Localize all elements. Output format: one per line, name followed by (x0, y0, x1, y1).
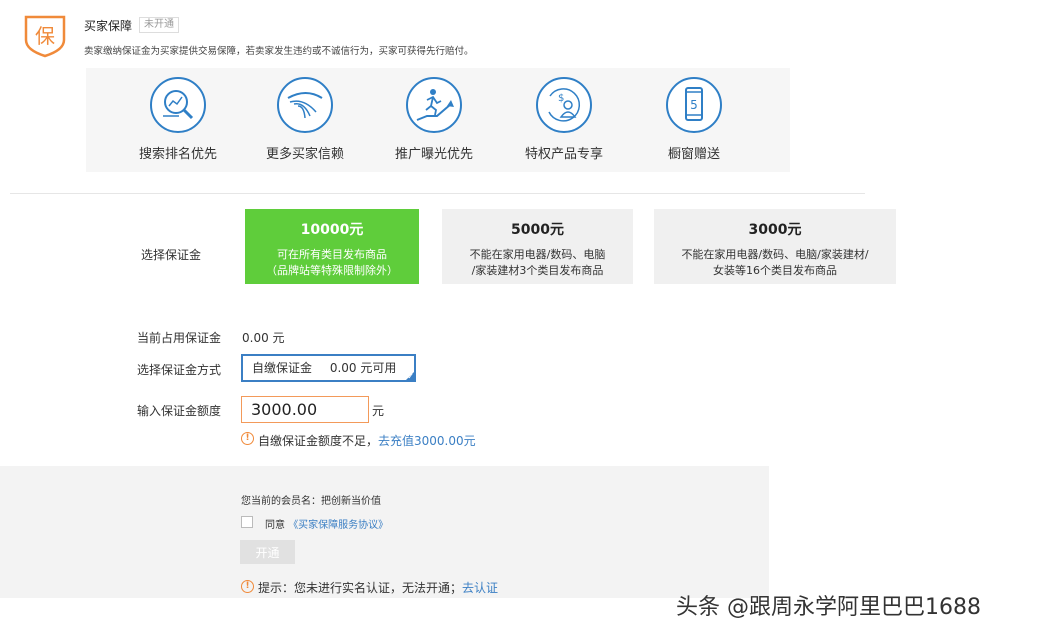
deposit-option-3000[interactable]: 3000元 不能在家用电器/数码、电脑/家装建材/ 女装等16个类目发布商品 (654, 209, 896, 284)
deposit-amount-label: 输入保证金额度 (137, 404, 222, 418)
warning-icon: ! (241, 580, 254, 593)
benefit-label: 橱窗赠送 (667, 147, 720, 162)
svg-text:5: 5 (690, 98, 698, 112)
deposit-desc-line: 不能在家用电器/数码、电脑 (469, 248, 606, 261)
deposit-select-label: 选择保证金 (141, 248, 202, 262)
tip-text: 提示：您未进行实名认证，无法开通； (258, 581, 463, 595)
agree-row: 同意 《买家保障服务协议》 (265, 516, 388, 531)
deposit-method-option[interactable]: 自缴保证金 0.00 元可用 ✓ (241, 354, 416, 382)
tip-row: 提示：您未进行实名认证，无法开通；去认证 (258, 579, 498, 596)
deposit-amount: 5000元 (511, 222, 564, 238)
benefit-showcase: 5 橱窗赠送 (629, 76, 759, 162)
benefit-exposure: 推广曝光优先 (369, 76, 499, 162)
deposit-amount: 10000元 (300, 222, 364, 238)
amount-unit: 元 (372, 404, 385, 418)
member-name-text: 您当前的会员名：把创新当价值 (241, 496, 381, 507)
watermark: 头条 @跟周永学阿里巴巴1688 (676, 595, 981, 620)
method-name: 自缴保证金 (252, 361, 313, 375)
divider (10, 193, 865, 194)
check-icon: ✓ (407, 372, 414, 381)
search-chart-icon (149, 76, 207, 134)
svg-text:保: 保 (35, 24, 55, 48)
open-button[interactable]: 开通 (240, 540, 295, 564)
benefit-label: 特权产品专享 (524, 147, 603, 162)
deposit-option-10000[interactable]: 10000元 可在所有类目发布商品 （品牌站等特殊限制除外） (245, 209, 419, 284)
agree-label: 同意 (265, 520, 285, 531)
deposit-method-label: 选择保证金方式 (137, 363, 222, 377)
warning-text: 自缴保证金额度不足， (258, 434, 379, 448)
deposit-desc-line: 女装等16个类目发布商品 (713, 264, 837, 277)
deposit-desc-line: /家装建材3个类目发布商品 (471, 264, 604, 277)
amount-warning: 自缴保证金额度不足，去充值3000.00元 (258, 432, 476, 449)
privilege-user-icon: $ (535, 76, 593, 134)
benefit-label: 搜索排名优先 (138, 147, 217, 162)
benefit-label: 推广曝光优先 (394, 147, 473, 162)
deposit-amount-input[interactable] (241, 396, 369, 423)
deposit-desc-line: 可在所有类目发布商品 (277, 248, 387, 261)
benefit-buyer-trust: 更多买家信赖 (240, 76, 370, 162)
recharge-link[interactable]: 去充值3000.00元 (378, 434, 476, 448)
section-description: 卖家缴纳保证金为买家提供交易保障，若卖家发生违约或不诚信行为，买家可获得先行赔付… (84, 46, 474, 57)
current-deposit-label: 当前占用保证金 (137, 331, 222, 345)
benefit-privilege-products: $ 特权产品专享 (499, 76, 629, 162)
benefit-search-ranking: 搜索排名优先 (113, 76, 243, 162)
deposit-amount: 3000元 (748, 222, 802, 238)
deposit-desc-line: （品牌站等特殊限制除外） (266, 264, 398, 277)
section-title: 买家保障 (84, 19, 133, 33)
benefit-label: 更多买家信赖 (265, 147, 344, 162)
trust-wave-icon (276, 76, 334, 134)
phone-window-icon: 5 (665, 76, 723, 134)
svg-text:$: $ (558, 93, 564, 104)
agreement-link[interactable]: 《买家保障服务协议》 (288, 520, 388, 531)
status-badge: 未开通 (139, 17, 179, 33)
agree-checkbox[interactable] (241, 516, 253, 528)
running-growth-icon (405, 76, 463, 134)
buyer-protection-badge-icon: 保 (22, 14, 68, 58)
method-available: 0.00 元可用 (329, 361, 397, 375)
deposit-desc-line: 不能在家用电器/数码、电脑/家装建材/ (681, 248, 869, 261)
warning-icon: ! (241, 432, 254, 445)
deposit-option-5000[interactable]: 5000元 不能在家用电器/数码、电脑 /家装建材3个类目发布商品 (442, 209, 633, 284)
current-deposit-value: 0.00 元 (242, 331, 285, 345)
benefits-strip: 搜索排名优先 更多买家信赖 推广曝光优先 $ 特权产品专享 5 橱窗赠送 (86, 68, 790, 172)
verify-link[interactable]: 去认证 (462, 581, 498, 595)
